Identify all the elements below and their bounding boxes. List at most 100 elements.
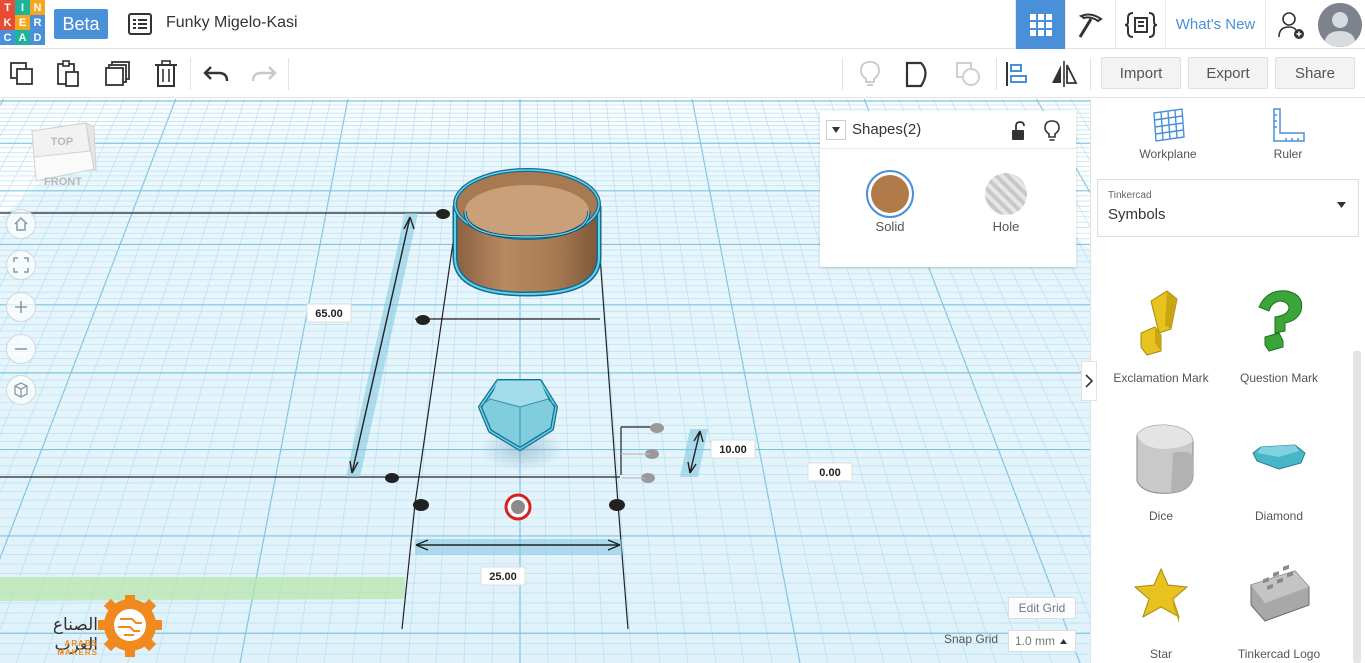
- redo-icon: [251, 66, 277, 82]
- perspective-toggle-button[interactable]: [6, 375, 36, 405]
- shape-item-exclamation-mark[interactable]: Exclamation Mark: [1101, 281, 1221, 411]
- align-icon: [1006, 62, 1027, 86]
- add-user-button[interactable]: [1265, 0, 1315, 49]
- english-watermark-text: ARABS MAKERS: [57, 639, 98, 657]
- shape-inspector-header: Shapes(2): [820, 111, 1076, 149]
- shape-library-select[interactable]: Tinkercad Symbols: [1097, 179, 1359, 237]
- lock-button[interactable]: [1010, 121, 1030, 141]
- logo-letter: R: [30, 15, 45, 30]
- center-handle[interactable]: [504, 493, 532, 521]
- user-avatar[interactable]: [1318, 3, 1362, 47]
- solid-swatch[interactable]: [865, 169, 915, 219]
- grid-icon: [1029, 13, 1052, 36]
- copy-icon: [10, 62, 33, 85]
- caret-up-icon: [1060, 639, 1067, 644]
- question-shape-icon: [1258, 290, 1303, 352]
- edit-toolbar: Import Export Share: [0, 50, 1365, 98]
- shape-item-diamond[interactable]: Diamond: [1219, 419, 1339, 549]
- design-list-icon[interactable]: [128, 13, 152, 35]
- redo-button[interactable]: [248, 58, 280, 90]
- snap-grid-value: 1.0 mm: [1015, 634, 1056, 648]
- import-button[interactable]: Import: [1101, 57, 1181, 89]
- shape-item-question-mark[interactable]: Question Mark: [1219, 281, 1339, 411]
- workplane-viewport[interactable]: 65.00 10.00 0.00 25.00 TOP FRONT Shapes(…: [0, 99, 1090, 663]
- toolbar-divider: [288, 58, 289, 90]
- workplane-label: Workplane: [1139, 147, 1197, 161]
- pickaxe-icon: [1078, 13, 1103, 38]
- shape-item-label: Exclamation Mark: [1113, 371, 1209, 385]
- solid-label: Solid: [875, 219, 905, 234]
- delete-button[interactable]: [150, 58, 182, 90]
- trash-icon: [155, 60, 177, 87]
- bricks-view-button[interactable]: [1065, 0, 1115, 49]
- duplicate-button[interactable]: [102, 58, 134, 90]
- mirror-button[interactable]: [1048, 58, 1080, 90]
- lightbulb-icon: [860, 61, 880, 86]
- beta-badge[interactable]: Beta: [54, 9, 108, 39]
- export-button[interactable]: Export: [1188, 57, 1268, 89]
- toolbar-divider: [190, 58, 191, 90]
- shape-inspector-title: Shapes(2): [852, 121, 922, 138]
- hole-swatch[interactable]: [981, 169, 1031, 219]
- 3d-design-view-button[interactable]: [1015, 0, 1065, 49]
- unlock-icon: [1012, 121, 1025, 140]
- height-value-label[interactable]: 10.00: [719, 444, 747, 456]
- paste-button[interactable]: [52, 58, 84, 90]
- home-icon: [14, 216, 28, 231]
- fit-view-button[interactable]: [6, 250, 36, 280]
- toolbar-divider: [1090, 58, 1091, 90]
- ungroup-button[interactable]: [952, 58, 984, 90]
- whats-new-link[interactable]: What's New: [1165, 0, 1265, 49]
- shapes-library-panel: Workplane Ruler Tinkercad Symbols Exclam…: [1081, 99, 1365, 663]
- view-cube[interactable]: TOP FRONT: [28, 121, 98, 201]
- length-value-label[interactable]: 65.00: [315, 308, 343, 320]
- zoom-in-button[interactable]: [6, 292, 36, 322]
- diamond-shape-icon: [1252, 444, 1306, 470]
- ruler-label: Ruler: [1273, 147, 1303, 161]
- zoom-out-button[interactable]: [6, 334, 36, 364]
- cube-icon: [14, 382, 28, 398]
- logo-letter: E: [15, 15, 30, 30]
- tinkercad-logo[interactable]: T I N K E R C A D: [0, 0, 46, 46]
- view-cube-top-label[interactable]: TOP: [51, 136, 73, 148]
- share-button[interactable]: Share: [1275, 57, 1355, 89]
- design-title[interactable]: Funky Migelo-Kasi: [166, 14, 298, 32]
- view-cube-front-label[interactable]: FRONT: [44, 176, 82, 188]
- shape-item-dice[interactable]: Dice: [1101, 419, 1221, 549]
- group-button[interactable]: [902, 58, 934, 90]
- plus-icon: [15, 301, 27, 313]
- undo-button[interactable]: [200, 58, 232, 90]
- user-avatar-icon: [1318, 3, 1362, 47]
- snap-grid-select[interactable]: 1.0 mm: [1008, 630, 1076, 652]
- toolbar-divider: [996, 58, 997, 90]
- shape-item-label: Dice: [1148, 509, 1173, 523]
- shape-item-label: Star: [1149, 647, 1172, 661]
- caret-down-icon: [832, 127, 840, 133]
- elevation-value-label[interactable]: 0.00: [819, 467, 840, 479]
- shape-item-label: Question Mark: [1239, 371, 1319, 385]
- logo-letter: C: [0, 30, 15, 45]
- group-shape-icon: [905, 61, 927, 88]
- align-button[interactable]: [1000, 58, 1032, 90]
- library-scrollbar[interactable]: [1353, 351, 1361, 663]
- ruler-tool[interactable]: Ruler: [1238, 107, 1338, 167]
- tinkercad-logo-shape-icon: [1250, 564, 1310, 622]
- logo-letter: N: [30, 0, 45, 15]
- width-value-label[interactable]: 25.00: [489, 571, 517, 583]
- ring-shape[interactable]: [452, 168, 602, 297]
- code-braces-icon: [1124, 11, 1157, 38]
- dice-shape-icon: [1136, 424, 1194, 494]
- show-all-button[interactable]: [854, 58, 886, 90]
- shape-item-tinkercad-logo[interactable]: Tinkercad Logo: [1219, 557, 1339, 663]
- gear-logo-icon: [98, 593, 162, 657]
- hide-button[interactable]: [1044, 120, 1064, 142]
- codeblocks-view-button[interactable]: [1115, 0, 1165, 49]
- collapse-sidebar-button[interactable]: [1081, 361, 1097, 401]
- home-view-button[interactable]: [6, 209, 36, 239]
- shape-item-star[interactable]: Star: [1101, 557, 1221, 663]
- copy-button[interactable]: [6, 58, 38, 90]
- collapse-panel-button[interactable]: [826, 120, 846, 140]
- workplane-tool[interactable]: Workplane: [1118, 107, 1218, 167]
- width-dimension: [415, 539, 622, 555]
- edit-grid-button[interactable]: Edit Grid: [1008, 597, 1076, 619]
